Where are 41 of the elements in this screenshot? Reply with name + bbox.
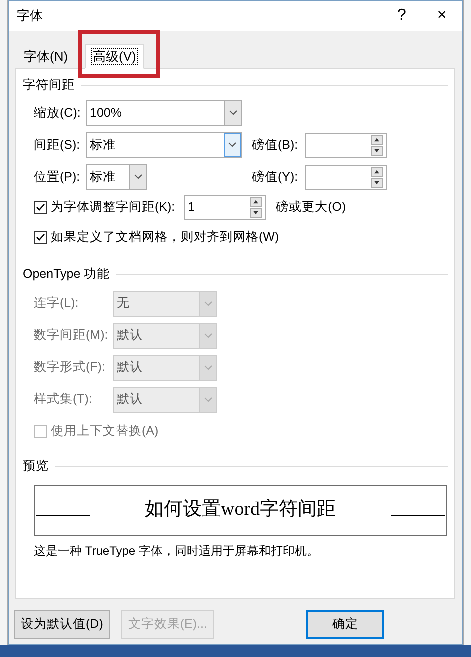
caret-icon [204, 332, 212, 339]
spin-arrows-icon[interactable] [250, 197, 264, 218]
spin-arrows-icon[interactable] [371, 134, 385, 156]
caret-icon [204, 300, 212, 307]
dropdown[interactable]: 标准 [86, 132, 242, 158]
checkbox-label: 为字体调整字间距(K): [51, 199, 176, 216]
field-label: 数字间距(M): [34, 327, 110, 344]
caret-icon [228, 142, 237, 148]
caret-icon [228, 110, 238, 116]
checkbox[interactable] [34, 201, 47, 214]
close-button[interactable]: × [422, 4, 462, 28]
checkbox-label: 如果定义了文档网格，则对齐到网格(W) [51, 229, 280, 246]
tab[interactable]: 高级(V) [85, 44, 144, 69]
spin-arrows-icon[interactable] [371, 166, 385, 188]
spin-box[interactable]: 1 [184, 195, 266, 220]
section-title: 字符间距 [23, 76, 75, 94]
tab[interactable]: 字体(N) [17, 46, 76, 68]
dialog-button[interactable]: 确定 [306, 610, 384, 639]
caret-icon [134, 174, 142, 180]
section-title: OpenType 功能 [23, 266, 110, 284]
field-label: 磅值(Y): [252, 168, 300, 186]
checkbox[interactable] [34, 230, 47, 244]
field-label: 磅值(B): [252, 136, 300, 154]
help-button[interactable]: ? [382, 4, 422, 28]
field-label: 样式集(T): [34, 391, 94, 408]
field-label: 位置(P): [34, 168, 82, 186]
field-label: 数字形式(F): [34, 359, 106, 376]
caret-icon [204, 396, 212, 403]
checkbox-label: 使用上下文替换(A) [51, 422, 159, 440]
section-title: 预览 [23, 458, 49, 476]
field-label: 磅或更大(O) [276, 199, 346, 216]
field-label: 间距(S): [34, 136, 82, 154]
dialog-button[interactable]: 设为默认值(D) [14, 610, 110, 639]
field-label: 缩放(C): [34, 104, 82, 122]
window-title: 字体 [17, 7, 44, 26]
caret-icon [204, 364, 212, 371]
preview-text: 如何设置word字符间距 [144, 498, 338, 522]
dropdown[interactable]: 标准 [86, 164, 147, 190]
field-label: 连字(L): [34, 295, 80, 312]
preview-note: 这是一种 TrueType 字体，同时适用于屏幕和打印机。 [34, 542, 320, 560]
dropdown[interactable]: 100% [86, 100, 242, 126]
